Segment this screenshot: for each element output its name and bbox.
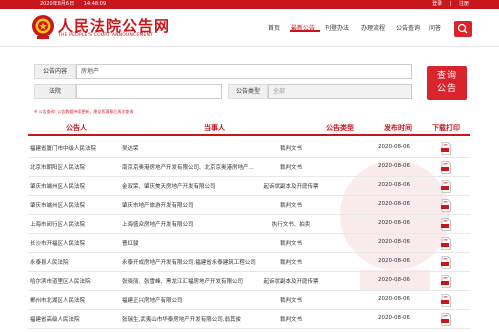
row-court[interactable]: 长沙市开福区人民法院 <box>30 239 112 247</box>
table-row[interactable]: 肇庆市端州区人民法院 金双荣、肇庆美天房地产开发有限公司 起诉状副本及开庭传票 202… <box>28 177 470 196</box>
row-date: 2020-08-06 <box>378 182 410 188</box>
row-court[interactable]: 上海市闵行区人民法院 <box>30 220 112 228</box>
pdf-download-icon[interactable] <box>440 218 452 231</box>
nav-active-underline <box>290 30 320 32</box>
row-court[interactable]: 哈尔滨市道里区人民法院 <box>30 277 112 285</box>
row-date: 2020-08-06 <box>378 296 410 302</box>
nav-process[interactable]: 办理流程 <box>361 23 385 32</box>
pdf-download-icon[interactable] <box>440 180 452 193</box>
login-link[interactable]: 登录 <box>432 1 442 7</box>
table-row[interactable]: 肇庆市端州区人民法院 肇庆市地产旅游开发有限公司 裁判文书 2020-08-06 <box>28 196 470 215</box>
row-party[interactable]: 肇庆市地产旅游开发有限公司 <box>122 201 256 209</box>
row-type[interactable]: 起诉状副本及开庭传票 <box>258 182 324 190</box>
nav-publish-method[interactable]: 刊登办法 <box>325 23 349 32</box>
row-type[interactable]: 裁判文书 <box>258 315 324 323</box>
row-party[interactable]: 吴达荣 <box>122 144 256 152</box>
row-type[interactable]: 裁判文书 <box>258 144 324 152</box>
row-court[interactable]: 永泰县人民法院 <box>30 258 112 266</box>
pdf-download-icon[interactable] <box>440 142 452 155</box>
nav-home[interactable]: 首页 <box>268 23 280 32</box>
date-text: 2020年8月6日 <box>40 1 75 7</box>
row-type[interactable]: 裁判文书 <box>258 201 324 209</box>
announcer-label: 公告内容 <box>34 64 76 79</box>
row-party[interactable]: 福建正兴房地产有限公司 <box>122 296 256 304</box>
row-date: 2020-08-06 <box>378 315 410 321</box>
table-row[interactable]: 哈尔滨市道里区人民法院 张晓丽、张雪峰、黑龙江汇福房地产开发有限公司 起诉状副本及开… <box>28 272 470 291</box>
table-row[interactable]: 福建省厦门市中级人民法院 吴达荣 裁判文书 2020-08-06 <box>28 139 470 158</box>
top-bar: 2020年8月6日 14:48:09 登录 | 注册 <box>0 0 499 9</box>
row-court[interactable]: 北京市朝阳区人民法院 <box>30 163 112 171</box>
announcement-content-input[interactable]: 房地产 <box>76 64 412 79</box>
court-label: 法院 <box>34 84 76 99</box>
header-type: 公告类型 <box>326 124 354 132</box>
pdf-download-icon[interactable] <box>440 161 452 174</box>
row-party[interactable]: 上海盛众房地产开发有限公司 <box>122 220 256 228</box>
row-court[interactable]: 肇庆市端州区人民法院 <box>30 201 112 209</box>
register-link[interactable]: 注册 <box>459 1 469 7</box>
row-party[interactable]: 张晓丽、张雪峰、黑龙江汇福房地产开发有限公司 <box>122 277 256 285</box>
query-button-line1: 查询 <box>436 71 457 81</box>
pdf-download-icon[interactable] <box>440 313 452 326</box>
row-party[interactable]: 曹红骏 <box>122 239 256 247</box>
search-note: ※ 公告查询: 公告数据持续更新，建议您满意后再次查询 <box>34 109 134 114</box>
court-input[interactable] <box>76 84 222 99</box>
query-button-line2: 公告 <box>436 84 457 94</box>
row-type[interactable]: 裁判文书 <box>258 258 324 266</box>
row-party[interactable]: 金双荣、肇庆美天房地产开发有限公司 <box>122 182 256 190</box>
query-announcement-button[interactable]: 查询 公告 <box>427 66 467 100</box>
header-announcer: 公告人 <box>66 124 87 132</box>
header-search-button[interactable] <box>454 21 472 37</box>
header-download: 下载打印 <box>432 124 460 132</box>
row-date: 2020-08-06 <box>378 258 410 264</box>
row-date: 2020-08-06 <box>378 277 410 283</box>
header-divider <box>0 46 499 47</box>
row-type[interactable]: 起诉状副本及开庭传票 <box>258 277 324 285</box>
table-row[interactable]: 北京市朝阳区人民法院 南京京奥港房地产开发有限公司、北京京奥港房地产... 裁判文书… <box>28 158 470 177</box>
header-party: 当事人 <box>204 124 225 132</box>
row-date: 2020-08-06 <box>378 144 410 150</box>
search-icon <box>457 23 468 34</box>
type-select[interactable]: 全部 <box>268 84 412 99</box>
time-text: 14:48:09 <box>83 1 107 7</box>
row-date: 2020-08-06 <box>378 201 410 207</box>
pdf-download-icon[interactable] <box>440 237 452 250</box>
header-date: 发布时间 <box>384 124 412 132</box>
site-subtitle: THE PEOPLE'S COURT ANNOUNCEMENT <box>58 33 154 38</box>
type-label: 公告类型 <box>228 84 268 99</box>
row-court[interactable]: 福建省高级人民法院 <box>30 315 112 323</box>
nav-search[interactable]: 公告查询 <box>396 23 420 32</box>
pdf-download-icon[interactable] <box>440 256 452 269</box>
nav-faq[interactable]: 问答 <box>429 23 441 32</box>
table-row[interactable]: 福建省高级人民法院 张瑞生,武夷山市华泰房地产开发有限公司,翁其俊 裁判文书 2020… <box>28 310 470 329</box>
row-party[interactable]: 张瑞生,武夷山市华泰房地产开发有限公司,翁其俊 <box>122 315 256 323</box>
table-row[interactable]: 永泰县人民法院 永泰开成房地产开发有限公司,福建省永泰建筑工程公司 裁判文书 2020… <box>28 253 470 272</box>
pdf-download-icon[interactable] <box>440 275 452 288</box>
row-date: 2020-08-06 <box>378 220 410 226</box>
row-type[interactable]: 裁判文书 <box>258 296 324 304</box>
site-header: 人民法院公告网 THE PEOPLE'S COURT ANNOUNCEMENT … <box>0 9 499 47</box>
table-row[interactable]: 上海市闵行区人民法院 上海盛众房地产开发有限公司 执行文书、拍卖 2020-08-06 <box>28 215 470 234</box>
results-table-header: 公告人 当事人 公告类型 发布时间 下载打印 <box>28 122 470 136</box>
row-type[interactable]: 裁判文书 <box>258 239 324 247</box>
row-date: 2020-08-06 <box>378 239 410 245</box>
national-emblem-icon <box>32 15 54 39</box>
pdf-download-icon[interactable] <box>440 294 452 307</box>
pdf-download-icon[interactable] <box>440 199 452 212</box>
table-row[interactable]: 郴州市北湖区人民法院 福建正兴房地产有限公司 裁判文书 2020-08-06 <box>28 291 470 310</box>
row-date: 2020-08-06 <box>378 163 410 169</box>
row-court[interactable]: 肇庆市端州区人民法院 <box>30 182 112 190</box>
row-court[interactable]: 福建省厦门市中级人民法院 <box>30 144 112 152</box>
table-row[interactable]: 长沙市开福区人民法院 曹红骏 裁判文书 2020-08-06 <box>28 234 470 253</box>
row-type[interactable]: 裁判文书 <box>258 163 324 171</box>
row-party[interactable]: 永泰开成房地产开发有限公司,福建省永泰建筑工程公司 <box>122 258 256 266</box>
row-court[interactable]: 郴州市北湖区人民法院 <box>30 296 112 304</box>
row-type[interactable]: 执行文书、拍卖 <box>258 220 324 228</box>
row-party[interactable]: 南京京奥港房地产开发有限公司、北京京奥港房地产... <box>122 163 256 171</box>
